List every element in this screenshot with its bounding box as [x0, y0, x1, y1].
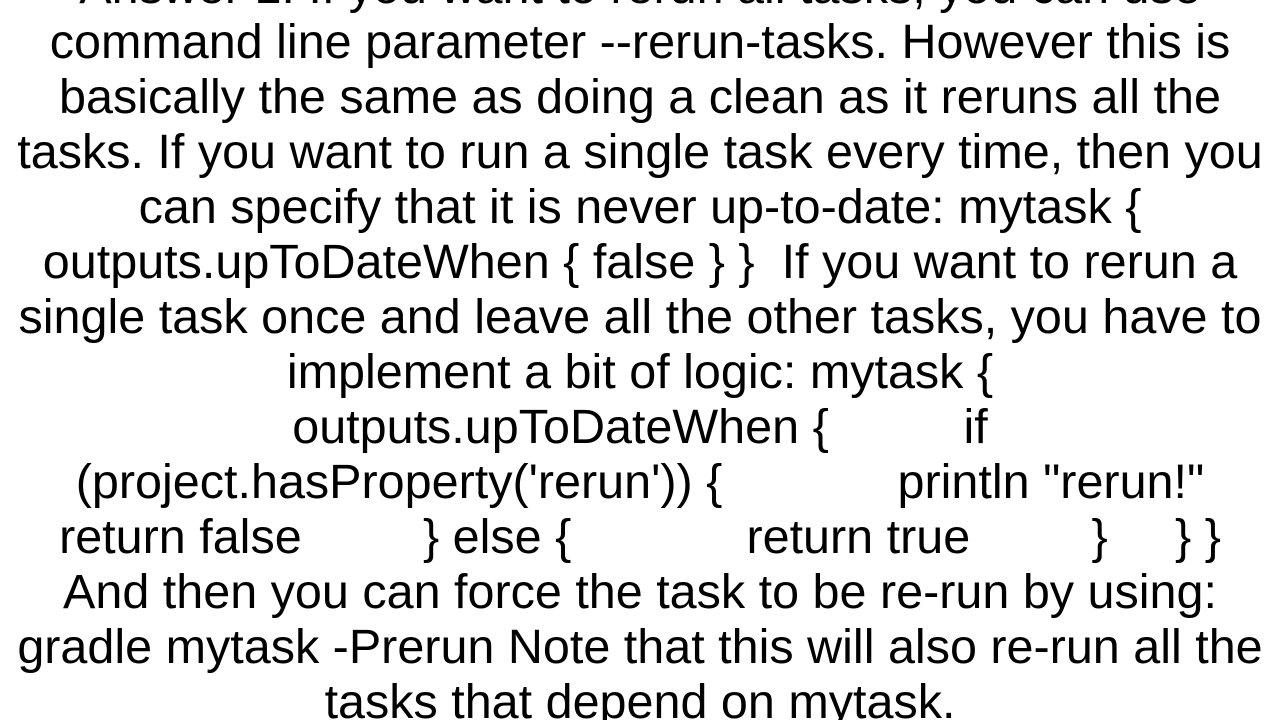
document-viewport: Answer 1: If you want to rerun all tasks… [0, 0, 1280, 720]
answer-body-text: Answer 1: If you want to rerun all tasks… [10, 0, 1270, 720]
